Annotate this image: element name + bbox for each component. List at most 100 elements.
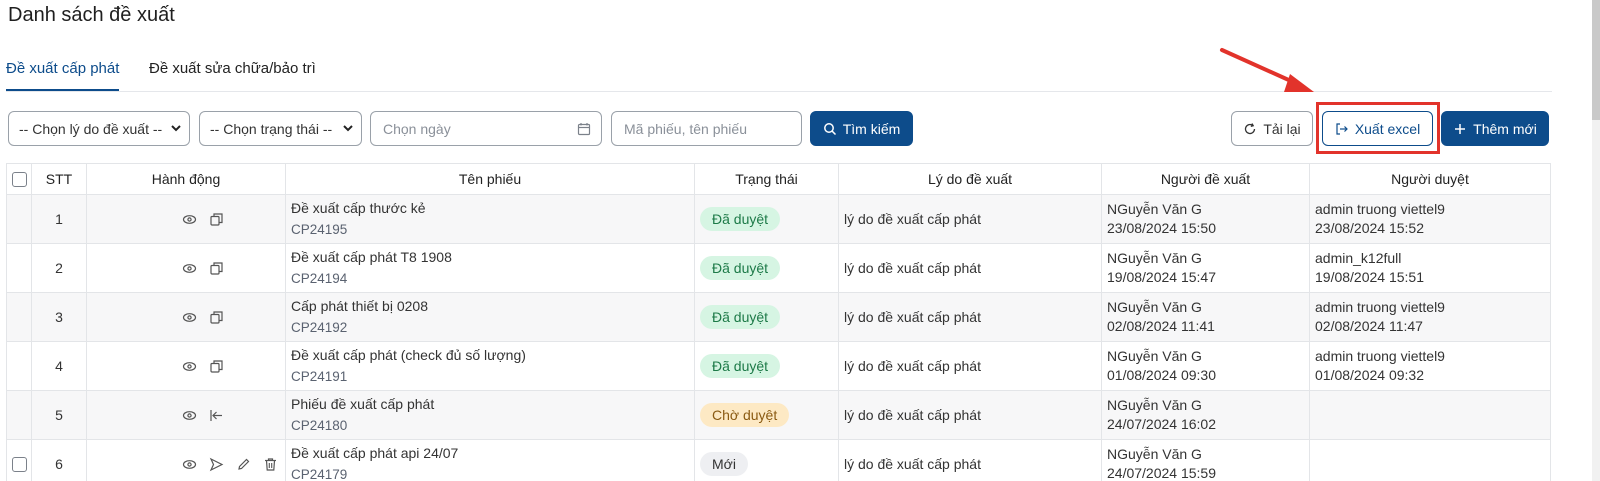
row-approver-cell: admin truong viettel9 23/08/2024 15:52 — [1309, 194, 1551, 244]
plus-icon — [1455, 123, 1466, 134]
row-approver-cell: admin_k12full 19/08/2024 15:51 — [1309, 243, 1551, 293]
row-code: CP24195 — [291, 222, 348, 237]
row-approved-at: 19/08/2024 15:51 — [1315, 269, 1424, 285]
row-approver: admin truong viettel9 — [1315, 299, 1445, 315]
table-row[interactable]: 2 Đề xuất cấp phát T8 1908 CP24194 Đã duyệt… — [6, 243, 1551, 293]
eye-icon[interactable] — [182, 408, 197, 423]
row-proposer: NGuyễn Văn G — [1107, 446, 1202, 462]
search-button[interactable]: Tìm kiếm — [810, 111, 913, 146]
page-title: Danh sách đề xuất — [8, 4, 175, 26]
row-checkbox[interactable] — [11, 457, 27, 473]
row-code: CP24179 — [291, 467, 348, 481]
table-row[interactable]: 3 Cấp phát thiết bị 0208 CP24192 Đã duyệt lý… — [6, 292, 1551, 342]
row-approved-at: 02/08/2024 11:47 — [1315, 318, 1423, 334]
tab-repair-proposal[interactable]: Đề xuất sửa chữa/bảo trì — [149, 60, 316, 77]
row-proposer-cell: NGuyễn Văn G 24/07/2024 16:02 — [1101, 390, 1310, 440]
table-row[interactable]: 5 Phiếu đề xuất cấp phát CP24180 Chờ duyệt l… — [6, 390, 1551, 440]
row-approver-cell — [1309, 390, 1551, 440]
row-status-cell: Đã duyệt — [694, 292, 839, 342]
header-proposer: Người đề xuất — [1101, 163, 1310, 195]
row-actions — [86, 194, 286, 244]
eye-icon[interactable] — [182, 359, 197, 374]
tab-allocation-proposal[interactable]: Đề xuất cấp phát — [6, 60, 120, 91]
status-badge: Chờ duyệt — [700, 403, 790, 427]
row-reason: lý do đề xuất cấp phát — [838, 439, 1102, 481]
row-checkbox-cell[interactable] — [6, 439, 32, 481]
edit-icon[interactable] — [236, 457, 251, 472]
row-status-cell: Đã duyệt — [694, 243, 839, 293]
code-search-input[interactable]: Mã phiếu, tên phiếu — [611, 111, 802, 146]
copy-icon[interactable] — [209, 359, 224, 374]
add-new-button[interactable]: Thêm mới — [1441, 111, 1549, 146]
status-select-value: -- Chọn trạng thái -- — [210, 120, 333, 137]
status-badge: Đã duyệt — [700, 256, 781, 280]
code-search-placeholder: Mã phiếu, tên phiếu — [624, 120, 747, 137]
reason-select[interactable]: -- Chọn lý do đề xuất -- — [8, 111, 190, 146]
copy-icon[interactable] — [209, 212, 224, 227]
status-select[interactable]: -- Chọn trạng thái -- — [199, 111, 362, 146]
trash-icon[interactable] — [263, 457, 278, 472]
header-actions: Hành động — [86, 163, 286, 195]
row-stt: 6 — [31, 439, 87, 481]
vertical-scrollbar[interactable] — [1592, 0, 1600, 481]
row-actions — [86, 292, 286, 342]
row-proposed-at: 23/08/2024 15:50 — [1107, 220, 1216, 236]
row-approved-at: 01/08/2024 09:32 — [1315, 367, 1424, 383]
header-status: Trạng thái — [694, 163, 839, 195]
row-reason: lý do đề xuất cấp phát — [838, 194, 1102, 244]
row-name: Đề xuất cấp phát api 24/07 — [291, 445, 459, 461]
row-code: CP24191 — [291, 369, 348, 384]
send-icon[interactable] — [209, 457, 224, 472]
row-proposer: NGuyễn Văn G — [1107, 201, 1202, 217]
row-checkbox-cell — [6, 243, 32, 293]
table-row[interactable]: 4 Đề xuất cấp phát (check đủ số lượng) CP2… — [6, 341, 1551, 391]
row-reason: lý do đề xuất cấp phát — [838, 243, 1102, 293]
search-icon — [823, 122, 836, 135]
row-status-cell: Đã duyệt — [694, 194, 839, 244]
row-reason: lý do đề xuất cấp phát — [838, 390, 1102, 440]
copy-icon[interactable] — [209, 261, 224, 276]
row-proposer: NGuyễn Văn G — [1107, 348, 1202, 364]
table-row[interactable]: 1 Đề xuất cấp thước kẻ CP24195 Đã duyệt lý d… — [6, 194, 1551, 244]
row-name-cell: Cấp phát thiết bị 0208 CP24192 — [285, 292, 695, 342]
reload-button-label: Tải lại — [1263, 120, 1301, 137]
row-status-cell: Mới — [694, 439, 839, 481]
copy-icon[interactable] — [209, 310, 224, 325]
calendar-icon[interactable] — [577, 122, 591, 136]
row-code: CP24192 — [291, 320, 348, 335]
eye-icon[interactable] — [182, 212, 197, 227]
header-checkbox[interactable] — [6, 163, 32, 195]
date-input[interactable]: Chọn ngày — [370, 111, 602, 146]
table-header-row: STT Hành động Tên phiếu Trạng thái Lý do… — [6, 163, 1551, 195]
row-approver-cell: admin truong viettel9 01/08/2024 09:32 — [1309, 341, 1551, 391]
reload-button[interactable]: Tải lại — [1231, 111, 1313, 146]
select-all-checkbox[interactable] — [11, 172, 27, 188]
row-status-cell: Chờ duyệt — [694, 390, 839, 440]
chevron-down-icon — [171, 125, 181, 132]
row-name: Phiếu đề xuất cấp phát — [291, 396, 435, 412]
row-checkbox-cell — [6, 292, 32, 342]
status-badge: Đã duyệt — [700, 354, 781, 378]
header-stt: STT — [31, 163, 87, 195]
row-proposer-cell: NGuyễn Văn G 24/07/2024 15:59 — [1101, 439, 1310, 481]
reason-select-value: -- Chọn lý do đề xuất -- — [19, 120, 163, 137]
row-proposed-at: 19/08/2024 15:47 — [1107, 269, 1216, 285]
row-stt: 1 — [31, 194, 87, 244]
row-stt: 3 — [31, 292, 87, 342]
scrollbar-thumb[interactable] — [1592, 0, 1600, 120]
row-approver: admin truong viettel9 — [1315, 348, 1445, 364]
row-name: Cấp phát thiết bị 0208 — [291, 298, 428, 314]
table-row[interactable]: 6 Đề xuất cấp phát api 24/07 CP24179 Mới lý … — [6, 439, 1551, 481]
row-name-cell: Đề xuất cấp phát api 24/07 CP24179 — [285, 439, 695, 481]
row-name: Đề xuất cấp phát T8 1908 — [291, 249, 452, 265]
withdraw-icon[interactable] — [209, 408, 224, 423]
eye-icon[interactable] — [182, 310, 197, 325]
row-code: CP24180 — [291, 418, 348, 433]
highlight-box — [1316, 102, 1440, 154]
add-new-label: Thêm mới — [1473, 120, 1537, 137]
eye-icon[interactable] — [182, 261, 197, 276]
row-approver-cell — [1309, 439, 1551, 481]
row-proposer: NGuyễn Văn G — [1107, 397, 1202, 413]
eye-icon[interactable] — [182, 457, 197, 472]
row-proposed-at: 01/08/2024 09:30 — [1107, 367, 1216, 383]
